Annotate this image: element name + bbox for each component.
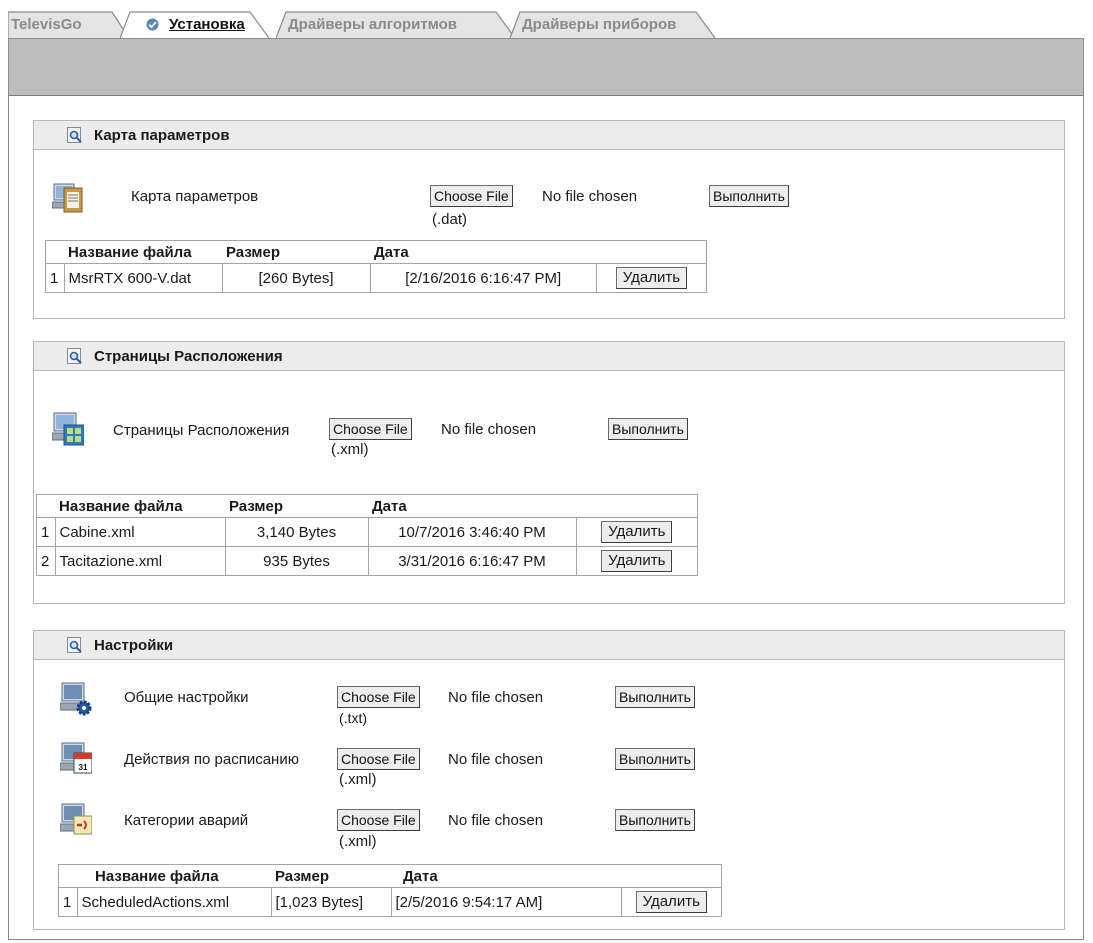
file-extension: (.xml) — [339, 771, 377, 788]
choose-file-button[interactable]: Choose File — [430, 185, 513, 207]
choose-file-button[interactable]: Choose File — [337, 748, 420, 770]
col-name: Название файла — [59, 497, 183, 515]
file-date: 3/31/2016 6:16:47 PM — [367, 546, 577, 576]
file-name: MsrRTX 600-V.dat — [63, 263, 223, 293]
tab-label: TelevisGo — [11, 16, 82, 33]
delete-button[interactable]: Удалить — [601, 521, 673, 543]
file-date: 10/7/2016 3:46:40 PM — [367, 517, 577, 547]
execute-button[interactable]: Выполнить — [615, 686, 695, 708]
param-map-label: Карта параметров — [131, 188, 259, 205]
file-size: [260 Bytes] — [221, 263, 371, 293]
row-number: 1 — [36, 517, 56, 547]
file-extension: (.xml) — [331, 441, 369, 458]
table-row: 1 Cabine.xml 3,140 Bytes 10/7/2016 3:46:… — [36, 517, 698, 547]
section-header: Страницы Расположения — [33, 341, 1065, 371]
delete-button[interactable]: Удалить — [635, 891, 707, 913]
tab-televisgo[interactable]: TelevisGo — [8, 10, 130, 39]
table-header: Название файла Размер Дата — [36, 494, 698, 518]
choose-file-button[interactable]: Choose File — [337, 809, 420, 831]
param-map-files-table: Название файла Размер Дата 1 MsrRTX 600-… — [45, 240, 708, 293]
toolbar-strip — [8, 38, 1084, 96]
check-icon — [146, 18, 159, 31]
magnifier-icon — [67, 637, 82, 653]
layout-pages-files-table: Название файла Размер Дата 1 Cabine.xml … — [36, 494, 698, 576]
file-status: No file chosen — [542, 188, 638, 205]
row-number: 2 — [36, 546, 56, 576]
tab-setup[interactable]: Установка — [120, 10, 270, 39]
col-name: Название файла — [95, 867, 219, 885]
file-size: 3,140 Bytes — [224, 517, 369, 547]
file-extension: (.dat) — [432, 211, 468, 228]
choose-file-button[interactable]: Choose File — [329, 418, 412, 440]
execute-button[interactable]: Выполнить — [709, 185, 789, 207]
tab-label: Установка — [169, 16, 245, 33]
execute-button[interactable]: Выполнить — [608, 418, 688, 440]
tab-label: Драйверы приборов — [522, 16, 677, 33]
col-size: Размер — [226, 243, 281, 261]
section-header: Настройки — [33, 630, 1065, 660]
choose-file-button[interactable]: Choose File — [337, 686, 420, 708]
section-title: Настройки — [94, 637, 174, 654]
alarm-icon — [60, 803, 92, 835]
file-size: [1,023 Bytes] — [270, 887, 392, 917]
document-computer-icon — [52, 183, 83, 213]
col-date: Дата — [403, 867, 438, 885]
settings-files-table: Название файла Размер Дата 1 ScheduledAc… — [58, 864, 722, 917]
row-number: 1 — [58, 887, 78, 917]
table-header: Название файла Размер Дата — [45, 240, 707, 264]
col-name: Название файла — [68, 243, 192, 261]
file-date: [2/5/2016 9:54:17 AM] — [390, 887, 622, 917]
section-header: Карта параметров — [33, 120, 1065, 150]
delete-button[interactable]: Удалить — [615, 267, 688, 289]
file-name: Tacitazione.xml — [54, 546, 226, 576]
calendar-icon: 31 — [60, 742, 92, 774]
section-title: Карта параметров — [94, 127, 230, 144]
col-size: Размер — [229, 497, 284, 515]
layout-pages-label: Страницы Расположения — [113, 422, 290, 439]
settings-row-label: Категории аварий — [124, 812, 249, 829]
file-status: No file chosen — [448, 689, 544, 706]
file-extension: (.xml) — [339, 833, 377, 850]
layout-page-icon — [52, 412, 84, 446]
file-date: [2/16/2016 6:16:47 PM] — [369, 263, 597, 293]
col-size: Размер — [275, 867, 330, 885]
settings-row-label: Общие настройки — [124, 689, 249, 706]
execute-button[interactable]: Выполнить — [615, 748, 695, 770]
file-size: 935 Bytes — [224, 546, 369, 576]
magnifier-icon — [67, 127, 82, 143]
settings-row-label: Действия по расписанию — [124, 751, 299, 768]
delete-button[interactable]: Удалить — [601, 550, 673, 572]
tab-algorithm-drivers[interactable]: Драйверы алгоритмов — [276, 10, 516, 39]
file-name: Cabine.xml — [54, 517, 226, 547]
table-header: Название файла Размер Дата — [58, 864, 722, 888]
row-number: 1 — [45, 263, 65, 293]
magnifier-icon — [67, 348, 82, 364]
col-date: Дата — [374, 243, 409, 261]
table-row: 1 ScheduledActions.xml [1,023 Bytes] [2/… — [58, 887, 722, 917]
section-title: Страницы Расположения — [94, 348, 283, 365]
col-date: Дата — [372, 497, 407, 515]
file-name: ScheduledActions.xml — [76, 887, 272, 917]
file-status: No file chosen — [448, 751, 544, 768]
file-extension: (.txt) — [339, 710, 367, 726]
tab-label: Драйверы алгоритмов — [288, 16, 458, 33]
tab-device-drivers[interactable]: Драйверы приборов — [510, 10, 716, 39]
file-status: No file chosen — [441, 421, 537, 438]
table-row: 2 Tacitazione.xml 935 Bytes 3/31/2016 6:… — [36, 546, 698, 576]
general-settings-icon — [60, 682, 92, 716]
table-row: 1 MsrRTX 600-V.dat [260 Bytes] [2/16/201… — [45, 263, 708, 293]
svg-text:31: 31 — [79, 763, 88, 772]
execute-button[interactable]: Выполнить — [615, 809, 695, 831]
file-status: No file chosen — [448, 812, 544, 829]
